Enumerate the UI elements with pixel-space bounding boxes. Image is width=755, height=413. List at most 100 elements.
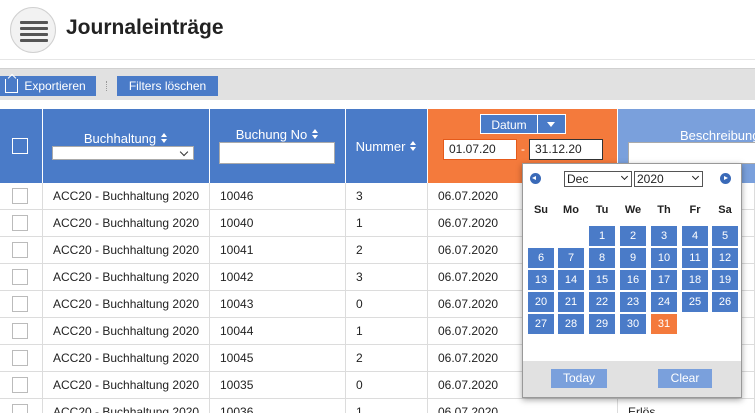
previous-month-icon[interactable] <box>530 173 541 184</box>
weekday-header: Th <box>657 204 671 216</box>
row-checkbox[interactable] <box>12 215 28 231</box>
calendar-day[interactable]: 28 <box>558 314 584 334</box>
beschreibung-filter-input[interactable] <box>628 142 755 164</box>
select-all-checkbox[interactable] <box>12 138 28 154</box>
row-select-cell <box>0 318 43 345</box>
sort-icon[interactable] <box>160 133 168 144</box>
calendar-day[interactable]: 27 <box>528 314 554 334</box>
calendar-day[interactable]: 24 <box>651 292 677 312</box>
cell-nummer: 1 <box>346 318 428 345</box>
calendar-day[interactable]: 6 <box>528 248 554 268</box>
calendar-day[interactable]: 7 <box>558 248 584 268</box>
cell-nummer: 2 <box>346 237 428 264</box>
calendar-day[interactable]: 9 <box>620 248 646 268</box>
column-label-nummer: Nummer <box>355 139 406 154</box>
calendar-day[interactable]: 25 <box>682 292 708 312</box>
year-select-value: 2020 <box>637 172 664 186</box>
export-button[interactable]: Exportieren <box>0 76 96 96</box>
row-checkbox[interactable] <box>12 242 28 258</box>
app-header: Journaleinträge <box>0 0 755 60</box>
calendar-day[interactable]: 17 <box>651 270 677 290</box>
cell-buchhaltung: ACC20 - Buchhaltung 2020 <box>43 264 210 291</box>
row-checkbox[interactable] <box>12 323 28 339</box>
cell-buchung-no: 10035 <box>210 372 346 399</box>
table-row[interactable]: ACC20 - Buchhaltung 2020 10036 1 06.07.2020… <box>0 399 755 413</box>
cell-buchung-no: 10043 <box>210 291 346 318</box>
date-picker-popup: Dec 2020 Today Clear Su Mo Tu We Th Fr Sa 1 2 3 4 5… <box>522 163 742 398</box>
cell-buchung-no: 10040 <box>210 210 346 237</box>
date-picker-footer: Today Clear <box>523 361 741 397</box>
cell-datum: 06.07.2020 <box>428 399 618 413</box>
chevron-down-icon <box>620 172 629 181</box>
row-select-cell <box>0 291 43 318</box>
calendar-day[interactable]: 4 <box>682 226 708 246</box>
cell-buchhaltung: ACC20 - Buchhaltung 2020 <box>43 291 210 318</box>
clear-filters-button[interactable]: Filters löschen <box>117 76 218 96</box>
row-checkbox[interactable] <box>12 188 28 204</box>
row-checkbox[interactable] <box>12 269 28 285</box>
calendar-day[interactable]: 19 <box>712 270 738 290</box>
next-month-icon[interactable] <box>720 173 731 184</box>
clear-button[interactable]: Clear <box>658 369 712 388</box>
weekday-header: Su <box>533 204 549 216</box>
calendar-day[interactable]: 8 <box>589 248 615 268</box>
page-title: Journaleinträge <box>66 16 224 39</box>
export-icon <box>5 79 18 93</box>
month-select[interactable]: Dec <box>564 171 632 187</box>
month-select-value: Dec <box>567 172 589 186</box>
cell-buchung-no: 10036 <box>210 399 346 413</box>
row-checkbox[interactable] <box>12 296 28 312</box>
weekday-header: We <box>624 204 642 216</box>
row-select-cell <box>0 264 43 291</box>
calendar-day[interactable]: 10 <box>651 248 677 268</box>
cell-nummer: 3 <box>346 264 428 291</box>
calendar-day[interactable]: 22 <box>589 292 615 312</box>
cell-buchhaltung: ACC20 - Buchhaltung 2020 <box>43 345 210 372</box>
cell-buchung-no: 10046 <box>210 183 346 210</box>
row-checkbox[interactable] <box>12 350 28 366</box>
hamburger-menu-icon[interactable] <box>10 7 56 53</box>
datum-dropdown-icon[interactable] <box>538 114 566 134</box>
cell-nummer: 2 <box>346 345 428 372</box>
cell-nummer: 1 <box>346 399 428 413</box>
selected-day[interactable]: 31 <box>651 314 677 334</box>
today-button[interactable]: Today <box>551 369 607 388</box>
calendar-day[interactable]: 16 <box>620 270 646 290</box>
cell-nummer: 0 <box>346 372 428 399</box>
sort-icon[interactable] <box>409 141 417 152</box>
header-nummer[interactable]: Nummer <box>346 109 428 183</box>
calendar-day[interactable]: 30 <box>620 314 646 334</box>
weekday-header: Fr <box>689 204 701 216</box>
calendar-day[interactable]: 3 <box>651 226 677 246</box>
calendar-day[interactable]: 14 <box>558 270 584 290</box>
calendar-day[interactable]: 5 <box>712 226 738 246</box>
buchhaltung-filter-select[interactable] <box>52 146 194 160</box>
sort-icon[interactable] <box>311 129 319 140</box>
calendar-day[interactable]: 26 <box>712 292 738 312</box>
buchung-no-filter-input[interactable] <box>219 142 335 164</box>
calendar-day[interactable]: 2 <box>620 226 646 246</box>
calendar-day[interactable]: 20 <box>528 292 554 312</box>
calendar-day[interactable]: 18 <box>682 270 708 290</box>
calendar-day[interactable]: 12 <box>712 248 738 268</box>
year-select[interactable]: 2020 <box>634 171 703 187</box>
date-from-input[interactable]: 01.07.20 <box>443 139 517 160</box>
calendar-day[interactable]: 23 <box>620 292 646 312</box>
datum-sort-button[interactable]: Datum <box>480 114 538 134</box>
date-to-input[interactable]: 31.12.20 <box>529 139 603 160</box>
calendar-day[interactable]: 1 <box>589 226 615 246</box>
row-select-cell <box>0 210 43 237</box>
calendar-day[interactable]: 13 <box>528 270 554 290</box>
calendar-day[interactable]: 15 <box>589 270 615 290</box>
calendar-day[interactable]: 11 <box>682 248 708 268</box>
row-checkbox[interactable] <box>12 377 28 393</box>
cell-buchhaltung: ACC20 - Buchhaltung 2020 <box>43 372 210 399</box>
row-checkbox[interactable] <box>12 404 28 413</box>
row-select-cell <box>0 372 43 399</box>
header-buchung-no[interactable]: Buchung No <box>210 109 346 183</box>
calendar-day[interactable]: 29 <box>589 314 615 334</box>
row-select-cell <box>0 183 43 210</box>
header-buchhaltung[interactable]: Buchhaltung <box>43 109 210 183</box>
cell-nummer: 3 <box>346 183 428 210</box>
calendar-day[interactable]: 21 <box>558 292 584 312</box>
